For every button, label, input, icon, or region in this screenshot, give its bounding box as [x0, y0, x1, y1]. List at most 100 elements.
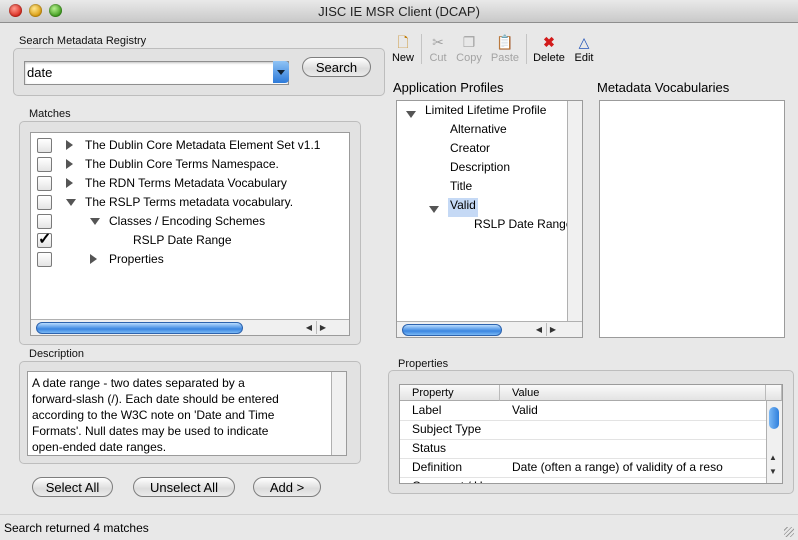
matches-horizontal-scrollbar[interactable]: ◀ ▶: [31, 319, 349, 335]
property-name: Comment / U: [412, 477, 483, 483]
expand-triangle-icon[interactable]: [406, 111, 416, 118]
status-bar: Search returned 4 matches: [0, 514, 798, 540]
profile-item[interactable]: Description: [450, 160, 510, 179]
match-checkbox[interactable]: [37, 214, 52, 229]
collapse-triangle-icon[interactable]: [66, 178, 73, 188]
search-group-label: Search Metadata Registry: [19, 35, 147, 47]
scroll-thumb[interactable]: [402, 324, 502, 336]
matches-tree[interactable]: The Dublin Core Metadata Element Set v1.…: [30, 132, 350, 336]
property-name: Subject Type: [412, 422, 482, 436]
property-value: Valid: [512, 403, 538, 417]
property-name: Definition: [412, 460, 463, 474]
property-name: Status: [412, 441, 447, 455]
match-row-label[interactable]: The Dublin Core Terms Namespace.: [85, 157, 279, 176]
property-name: Label: [412, 403, 442, 417]
edit-triangle-icon: △: [578, 34, 590, 50]
scroll-thumb[interactable]: [769, 407, 779, 429]
toolbar-separator: [526, 34, 527, 64]
new-document-icon: 🗋: [397, 34, 409, 50]
collapse-triangle-icon[interactable]: [66, 140, 73, 150]
profile-item-rslp-date-range[interactable]: RSLP Date Range: [474, 217, 573, 236]
property-value: Date (often a range) of validity of a re…: [512, 460, 723, 474]
match-checkbox[interactable]: [37, 176, 52, 191]
collapse-triangle-icon[interactable]: [90, 254, 97, 264]
clipboard-icon: 📋: [496, 34, 514, 50]
description-line: forward-slash (/). Each date should be e…: [32, 392, 279, 406]
expand-triangle-icon[interactable]: [429, 206, 439, 213]
profiles-horizontal-scrollbar[interactable]: ◀ ▶: [397, 321, 582, 337]
match-row-label[interactable]: Classes / Encoding Schemes: [109, 214, 265, 233]
description-line: A date range - two dates separated by a: [32, 376, 245, 390]
description-group-label: Description: [29, 348, 85, 360]
description-text-area[interactable]: A date range - two dates separated by a f…: [27, 371, 347, 456]
collapse-triangle-icon[interactable]: [66, 159, 73, 169]
properties-group-label: Properties: [398, 358, 449, 370]
scroll-down-arrow-icon[interactable]: ▼: [769, 467, 777, 476]
add-button[interactable]: Add >: [253, 477, 321, 497]
search-button[interactable]: Search: [302, 57, 371, 77]
properties-vertical-scrollbar[interactable]: ▲ ▼: [766, 401, 782, 483]
match-row-label[interactable]: The RSLP Terms metadata vocabulary.: [85, 195, 293, 214]
match-checkbox[interactable]: [37, 252, 52, 267]
profile-item[interactable]: Title: [450, 179, 472, 198]
combo-dropdown-arrow-icon[interactable]: [273, 61, 289, 83]
unselect-all-button[interactable]: Unselect All: [133, 477, 235, 497]
table-row[interactable]: Label Valid: [400, 401, 766, 421]
match-checkbox[interactable]: [37, 229, 52, 249]
scissors-icon: ✂: [432, 34, 444, 50]
paste-tool[interactable]: 📋 Paste: [489, 34, 521, 64]
match-checkbox[interactable]: [37, 157, 52, 172]
matches-group-label: Matches: [29, 108, 71, 120]
copy-tool[interactable]: ❐ Copy: [454, 34, 484, 64]
column-header-corner: [766, 385, 782, 401]
description-line: according to the W3C note on 'Date and T…: [32, 408, 275, 422]
column-header-value[interactable]: Value: [500, 385, 766, 401]
scroll-left-arrow-icon[interactable]: ◀: [303, 321, 315, 334]
toolbar-separator: [421, 34, 422, 64]
application-profiles-tree[interactable]: Limited Lifetime Profile Alternative Crea…: [396, 100, 583, 338]
table-row[interactable]: Definition Date (often a range) of validi…: [400, 458, 766, 478]
description-line: open-ended date ranges.: [32, 440, 167, 454]
application-profiles-heading: Application Profiles: [393, 80, 504, 95]
edit-tool[interactable]: △ Edit: [571, 34, 597, 64]
metadata-vocabularies-list[interactable]: [599, 100, 785, 338]
search-input[interactable]: date: [27, 65, 52, 80]
profiles-vertical-scrollbar[interactable]: [567, 101, 582, 321]
window-title: JISC IE MSR Client (DCAP): [318, 4, 480, 19]
cut-tool[interactable]: ✂ Cut: [425, 34, 451, 64]
description-vertical-scrollbar[interactable]: [331, 372, 346, 455]
table-row[interactable]: Status: [400, 439, 766, 459]
match-row-label[interactable]: The RDN Terms Metadata Vocabulary: [85, 176, 287, 195]
expand-triangle-icon[interactable]: [90, 218, 100, 225]
match-row-label[interactable]: Properties: [109, 252, 164, 271]
match-checkbox[interactable]: [37, 138, 52, 153]
search-combo-box[interactable]: date: [24, 61, 289, 85]
profile-item[interactable]: Creator: [450, 141, 490, 160]
column-header-property[interactable]: Property: [400, 385, 500, 401]
match-checkbox[interactable]: [37, 195, 52, 210]
profile-item-valid[interactable]: Valid: [448, 198, 478, 217]
new-tool[interactable]: 🗋 New: [390, 34, 416, 64]
scroll-left-arrow-icon[interactable]: ◀: [533, 323, 545, 336]
properties-table[interactable]: Property Value Label Valid Subject Type Sta…: [399, 384, 783, 484]
table-row[interactable]: Comment / U: [400, 477, 766, 483]
table-row[interactable]: Subject Type: [400, 420, 766, 440]
status-text: Search returned 4 matches: [4, 521, 149, 535]
profile-item[interactable]: Alternative: [450, 122, 507, 141]
delete-tool[interactable]: ✖ Delete: [531, 34, 567, 64]
description-line: Formats'. Null dates may be used to indi…: [32, 424, 269, 438]
scroll-right-arrow-icon[interactable]: ▶: [546, 323, 559, 336]
metadata-vocabularies-heading: Metadata Vocabularies: [597, 80, 730, 95]
title-bar: JISC IE MSR Client (DCAP): [0, 0, 798, 23]
scroll-up-arrow-icon[interactable]: ▲: [769, 453, 777, 462]
scroll-right-arrow-icon[interactable]: ▶: [316, 321, 329, 334]
match-row-label[interactable]: The Dublin Core Metadata Element Set v1.…: [85, 138, 320, 157]
match-row-label[interactable]: RSLP Date Range: [133, 233, 232, 252]
profile-root[interactable]: Limited Lifetime Profile: [425, 103, 546, 122]
expand-triangle-icon[interactable]: [66, 199, 76, 206]
scroll-thumb[interactable]: [36, 322, 243, 334]
delete-x-icon: ✖: [543, 34, 555, 50]
resize-grip-icon[interactable]: [784, 527, 794, 537]
copy-icon: ❐: [462, 34, 476, 50]
select-all-button[interactable]: Select All: [32, 477, 113, 497]
